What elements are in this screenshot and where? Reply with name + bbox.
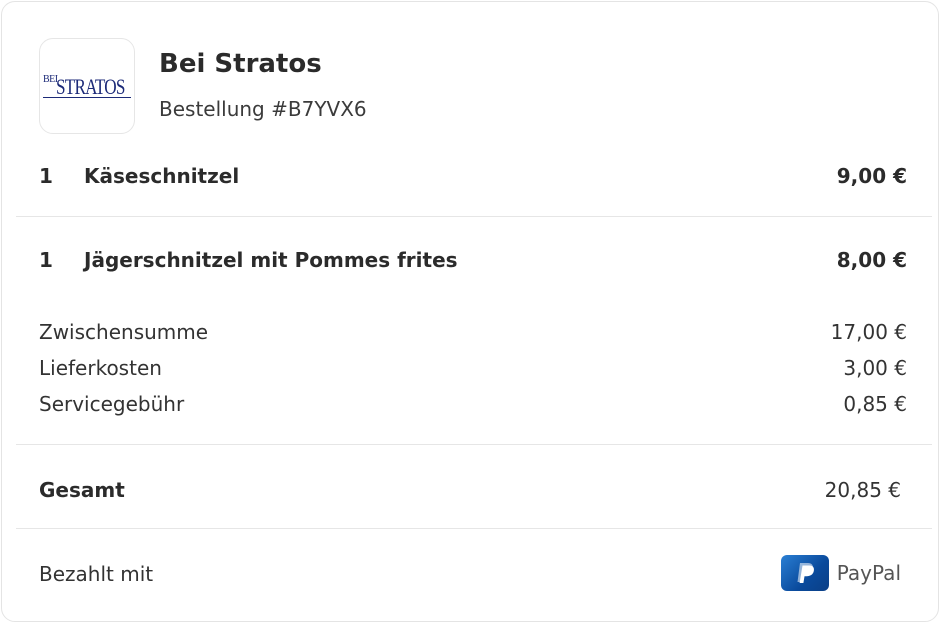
divider [16, 528, 932, 529]
logo-underline [43, 97, 131, 98]
order-summary-card: BEI STRATOS Bei Stratos Bestellung #B7YV… [1, 1, 939, 622]
summary-label: Servicegebühr [39, 392, 185, 416]
summary-row-service-fee: Servicegebühr 0,85 € [39, 392, 907, 420]
item-price: 8,00 € [836, 248, 907, 272]
order-item: 1 Jägerschnitzel mit Pommes frites 8,00 … [39, 248, 907, 278]
divider [16, 216, 932, 217]
total-value: 20,85 € [824, 478, 901, 502]
summary-label: Zwischensumme [39, 320, 209, 344]
item-quantity: 1 [39, 164, 53, 188]
restaurant-logo: BEI STRATOS [39, 38, 135, 134]
item-quantity: 1 [39, 248, 53, 272]
restaurant-name: Bei Stratos [159, 49, 322, 79]
paypal-icon [780, 555, 829, 591]
item-name: Käseschnitzel [84, 164, 240, 188]
payment-method: PayPal [780, 555, 901, 591]
order-number: Bestellung #B7YVX6 [159, 97, 367, 121]
divider [16, 444, 932, 445]
payment-method-name: PayPal [836, 561, 901, 585]
summary-value: 3,00 € [843, 356, 907, 380]
order-item: 1 Käseschnitzel 9,00 € [39, 164, 907, 194]
summary-row-subtotal: Zwischensumme 17,00 € [39, 320, 907, 348]
payment-label: Bezahlt mit [39, 562, 154, 586]
item-price: 9,00 € [836, 164, 907, 188]
summary-label: Lieferkosten [39, 356, 162, 380]
total-label: Gesamt [39, 478, 125, 502]
summary-value: 0,85 € [843, 392, 907, 416]
summary-value: 17,00 € [830, 320, 907, 344]
item-name: Jägerschnitzel mit Pommes frites [84, 248, 458, 272]
summary-row-delivery: Lieferkosten 3,00 € [39, 356, 907, 384]
